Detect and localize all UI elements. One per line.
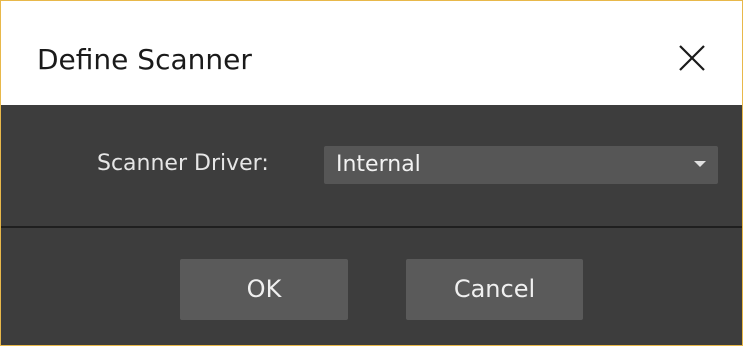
dialog-title: Define Scanner — [37, 43, 252, 76]
chevron-down-icon — [694, 161, 706, 167]
dialog-body: Scanner Driver: Internal — [1, 105, 742, 226]
scanner-driver-label: Scanner Driver: — [97, 151, 269, 176]
ok-button[interactable]: OK — [180, 259, 348, 320]
dialog-titlebar: Define Scanner — [1, 1, 742, 105]
close-icon — [679, 45, 705, 71]
define-scanner-dialog: Define Scanner Scanner Driver: Internal … — [0, 0, 743, 346]
dialog-footer: OK Cancel — [1, 228, 742, 345]
close-button[interactable] — [671, 37, 713, 79]
cancel-button[interactable]: Cancel — [406, 259, 583, 320]
scanner-driver-value: Internal — [336, 152, 421, 177]
scanner-driver-select[interactable]: Internal — [324, 146, 718, 184]
